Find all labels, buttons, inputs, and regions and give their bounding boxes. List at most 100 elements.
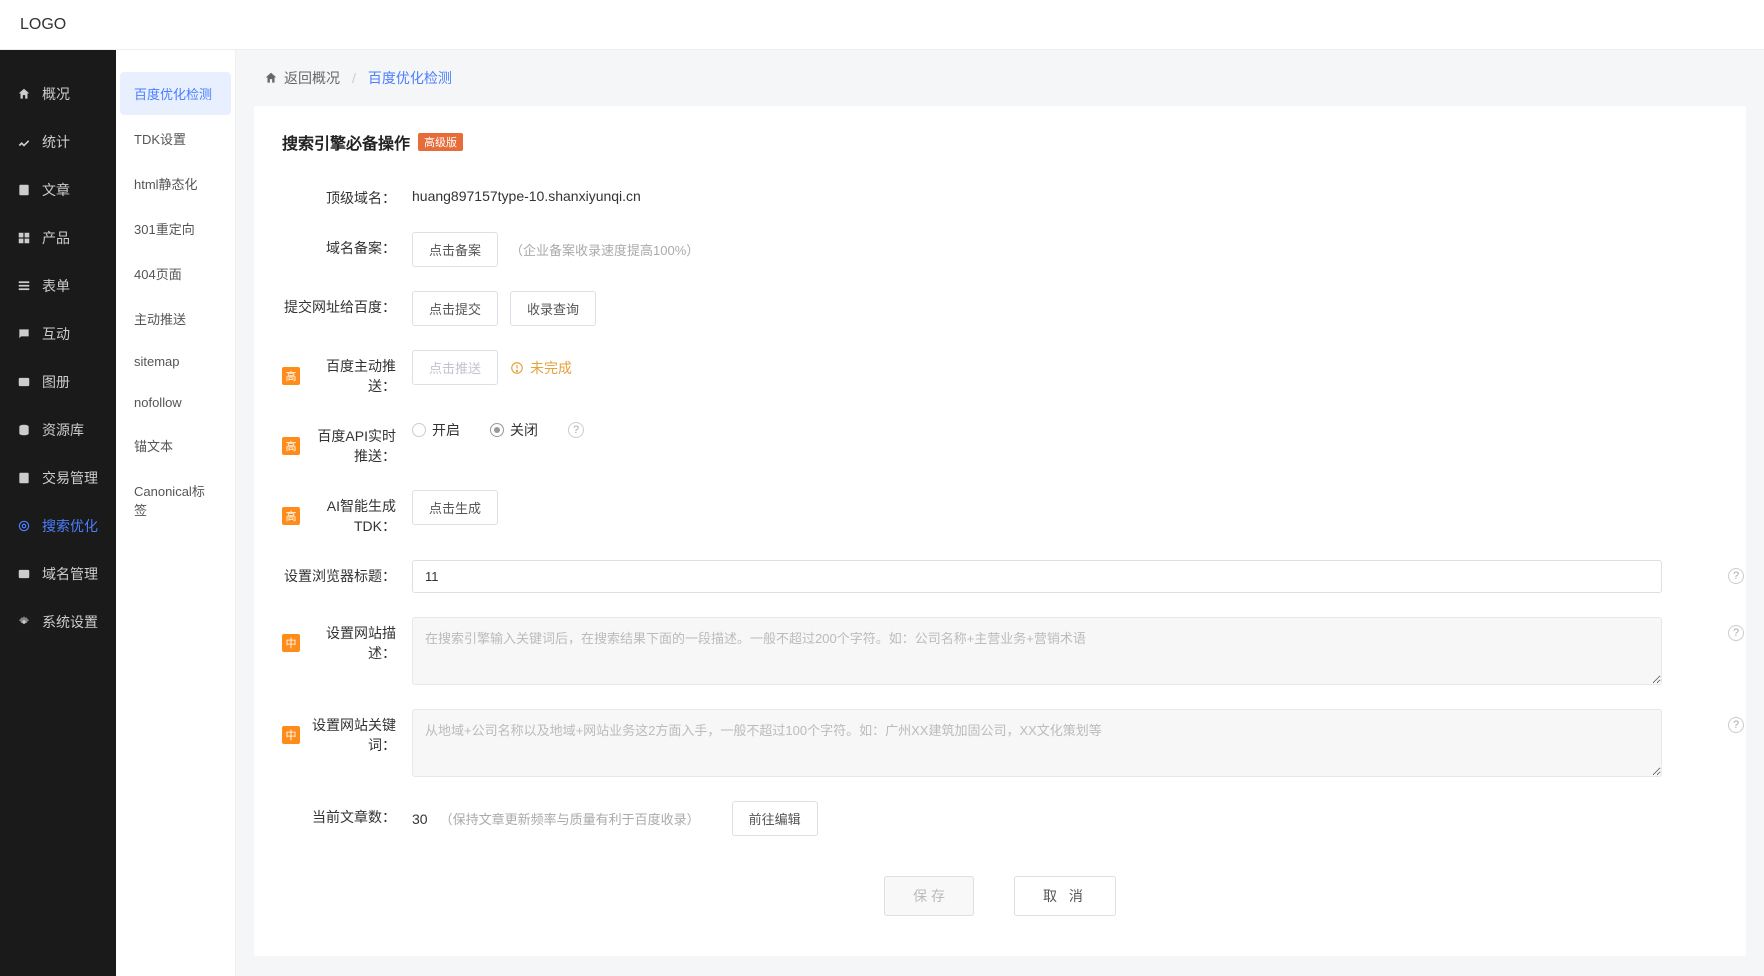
sidebar-item-resource[interactable]: 资源库: [0, 406, 116, 454]
value-domain: huang897157type-10.shanxiyunqi.cn: [412, 182, 641, 204]
header: LOGO: [0, 0, 1764, 50]
subnav-item-tdk[interactable]: TDK设置: [120, 117, 231, 160]
value-article-count: 30: [412, 811, 428, 827]
sidebar-item-product[interactable]: 产品: [0, 214, 116, 262]
sidebar-item-gallery[interactable]: 图册: [0, 358, 116, 406]
sidebar-item-interact[interactable]: 互动: [0, 310, 116, 358]
sidebar-item-article[interactable]: 文章: [0, 166, 116, 214]
home-icon: [264, 71, 278, 85]
radio-circle-icon: [490, 423, 504, 437]
gear-icon: [16, 614, 32, 630]
sidebar-item-label: 文章: [42, 180, 70, 200]
row-browser-title: 设置浏览器标题： ?: [282, 560, 1718, 593]
sidebar-item-overview[interactable]: 概况: [0, 70, 116, 118]
label-site-keywords-text: 设置网站关键词：: [306, 715, 396, 755]
btn-index-query[interactable]: 收录查询: [510, 291, 596, 326]
row-active-push: 高 百度主动推送： 点击推送 未完成: [282, 350, 1718, 396]
actions: 保 存 取 消: [282, 876, 1718, 916]
radio-on-label: 开启: [432, 420, 460, 440]
sidebar-item-domain[interactable]: 域名管理: [0, 550, 116, 598]
breadcrumb-back[interactable]: 返回概况: [264, 68, 340, 88]
badge-mid: 中: [282, 726, 300, 744]
trade-icon: [16, 470, 32, 486]
image-icon: [16, 374, 32, 390]
sidebar-item-label: 资源库: [42, 420, 84, 440]
textarea-site-keywords[interactable]: [412, 709, 1662, 777]
sidebar-item-label: 概况: [42, 84, 70, 104]
label-site-desc-text: 设置网站描述：: [306, 623, 396, 663]
label-active-push-text: 百度主动推送：: [306, 356, 396, 396]
layout: 概况 统计 文章 产品 表单 互动 图册 资源库: [0, 50, 1764, 976]
subnav-item-404[interactable]: 404页面: [120, 252, 231, 295]
subnav-item-html-static[interactable]: html静态化: [120, 162, 231, 205]
help-icon[interactable]: ?: [1728, 625, 1744, 641]
breadcrumb-sep: /: [352, 70, 356, 86]
textarea-site-desc[interactable]: [412, 617, 1662, 685]
input-browser-title[interactable]: [412, 560, 1662, 593]
label-site-desc: 中 设置网站描述：: [282, 617, 412, 663]
subnav-item-baidu-check[interactable]: 百度优化检测: [120, 72, 231, 115]
sidebar-item-label: 互动: [42, 324, 70, 344]
label-domain: 顶级域名：: [282, 182, 412, 208]
subnav-item-301[interactable]: 301重定向: [120, 207, 231, 250]
sidebar-item-settings[interactable]: 系统设置: [0, 598, 116, 646]
badge-high: 高: [282, 437, 300, 455]
btn-generate[interactable]: 点击生成: [412, 490, 498, 525]
doc-icon: [16, 182, 32, 198]
tag-pro: 高级版: [418, 133, 463, 151]
subnav-item-nofollow[interactable]: nofollow: [120, 383, 231, 422]
sidebar-item-seo[interactable]: 搜索优化: [0, 502, 116, 550]
radio-off-label: 关闭: [510, 420, 538, 440]
sidebar-item-label: 统计: [42, 132, 70, 152]
subnav-item-anchor[interactable]: 锚文本: [120, 424, 231, 467]
radio-circle-icon: [412, 423, 426, 437]
content: 返回概况 / 百度优化检测 搜索引擎必备操作 高级版 顶级域名： huang89…: [236, 50, 1764, 976]
row-site-keywords: 中 设置网站关键词： ?: [282, 709, 1718, 777]
sidebar-item-stats[interactable]: 统计: [0, 118, 116, 166]
help-icon[interactable]: ?: [1728, 717, 1744, 733]
sidebar-item-form[interactable]: 表单: [0, 262, 116, 310]
label-ai-tdk: 高 AI智能生成TDK：: [282, 490, 412, 536]
badge-high: 高: [282, 507, 300, 525]
db-icon: [16, 422, 32, 438]
btn-save: 保 存: [884, 876, 974, 916]
btn-submit[interactable]: 点击提交: [412, 291, 498, 326]
row-domain: 顶级域名： huang897157type-10.shanxiyunqi.cn: [282, 182, 1718, 208]
subnav-item-sitemap[interactable]: sitemap: [120, 342, 231, 381]
label-api-push: 高 百度API实时推送：: [282, 420, 412, 466]
logo: LOGO: [20, 16, 66, 34]
label-api-push-text: 百度API实时推送：: [306, 426, 396, 466]
hint-article-count: （保持文章更新频率与质量有利于百度收录）: [440, 809, 700, 828]
help-icon[interactable]: ?: [1728, 568, 1744, 584]
btn-cancel[interactable]: 取 消: [1014, 876, 1116, 916]
stats-icon: [16, 134, 32, 150]
sidebar-item-trade[interactable]: 交易管理: [0, 454, 116, 502]
sidebar-main: 概况 统计 文章 产品 表单 互动 图册 资源库: [0, 50, 116, 976]
breadcrumb: 返回概况 / 百度优化检测: [236, 50, 1764, 106]
seo-icon: [16, 518, 32, 534]
subnav-item-canonical[interactable]: Canonical标签: [120, 469, 231, 531]
row-article-count: 当前文章数： 30 （保持文章更新频率与质量有利于百度收录） 前往编辑: [282, 801, 1718, 836]
main-panel: 搜索引擎必备操作 高级版 顶级域名： huang897157type-10.sh…: [254, 106, 1746, 956]
help-icon[interactable]: ?: [568, 422, 584, 438]
badge-high: 高: [282, 367, 300, 385]
btn-push: 点击推送: [412, 350, 498, 385]
status-unfinished: 未完成: [510, 358, 572, 378]
label-ai-tdk-text: AI智能生成TDK：: [306, 496, 396, 536]
sidebar-sub: 百度优化检测 TDK设置 html静态化 301重定向 404页面 主动推送 s…: [116, 50, 236, 976]
breadcrumb-current: 百度优化检测: [368, 68, 452, 88]
label-site-keywords: 中 设置网站关键词：: [282, 709, 412, 755]
label-article-count: 当前文章数：: [282, 801, 412, 827]
row-ai-tdk: 高 AI智能生成TDK： 点击生成: [282, 490, 1718, 536]
badge-mid: 中: [282, 634, 300, 652]
btn-beian[interactable]: 点击备案: [412, 232, 498, 267]
domain-icon: [16, 566, 32, 582]
btn-go-edit[interactable]: 前往编辑: [732, 801, 818, 836]
breadcrumb-back-label: 返回概况: [284, 68, 340, 88]
row-site-desc: 中 设置网站描述： ?: [282, 617, 1718, 685]
subnav-item-active-push[interactable]: 主动推送: [120, 297, 231, 340]
radio-off[interactable]: 关闭: [490, 420, 538, 440]
label-submit-baidu: 提交网址给百度：: [282, 291, 412, 317]
radio-on[interactable]: 开启: [412, 420, 460, 440]
sidebar-item-label: 交易管理: [42, 468, 98, 488]
